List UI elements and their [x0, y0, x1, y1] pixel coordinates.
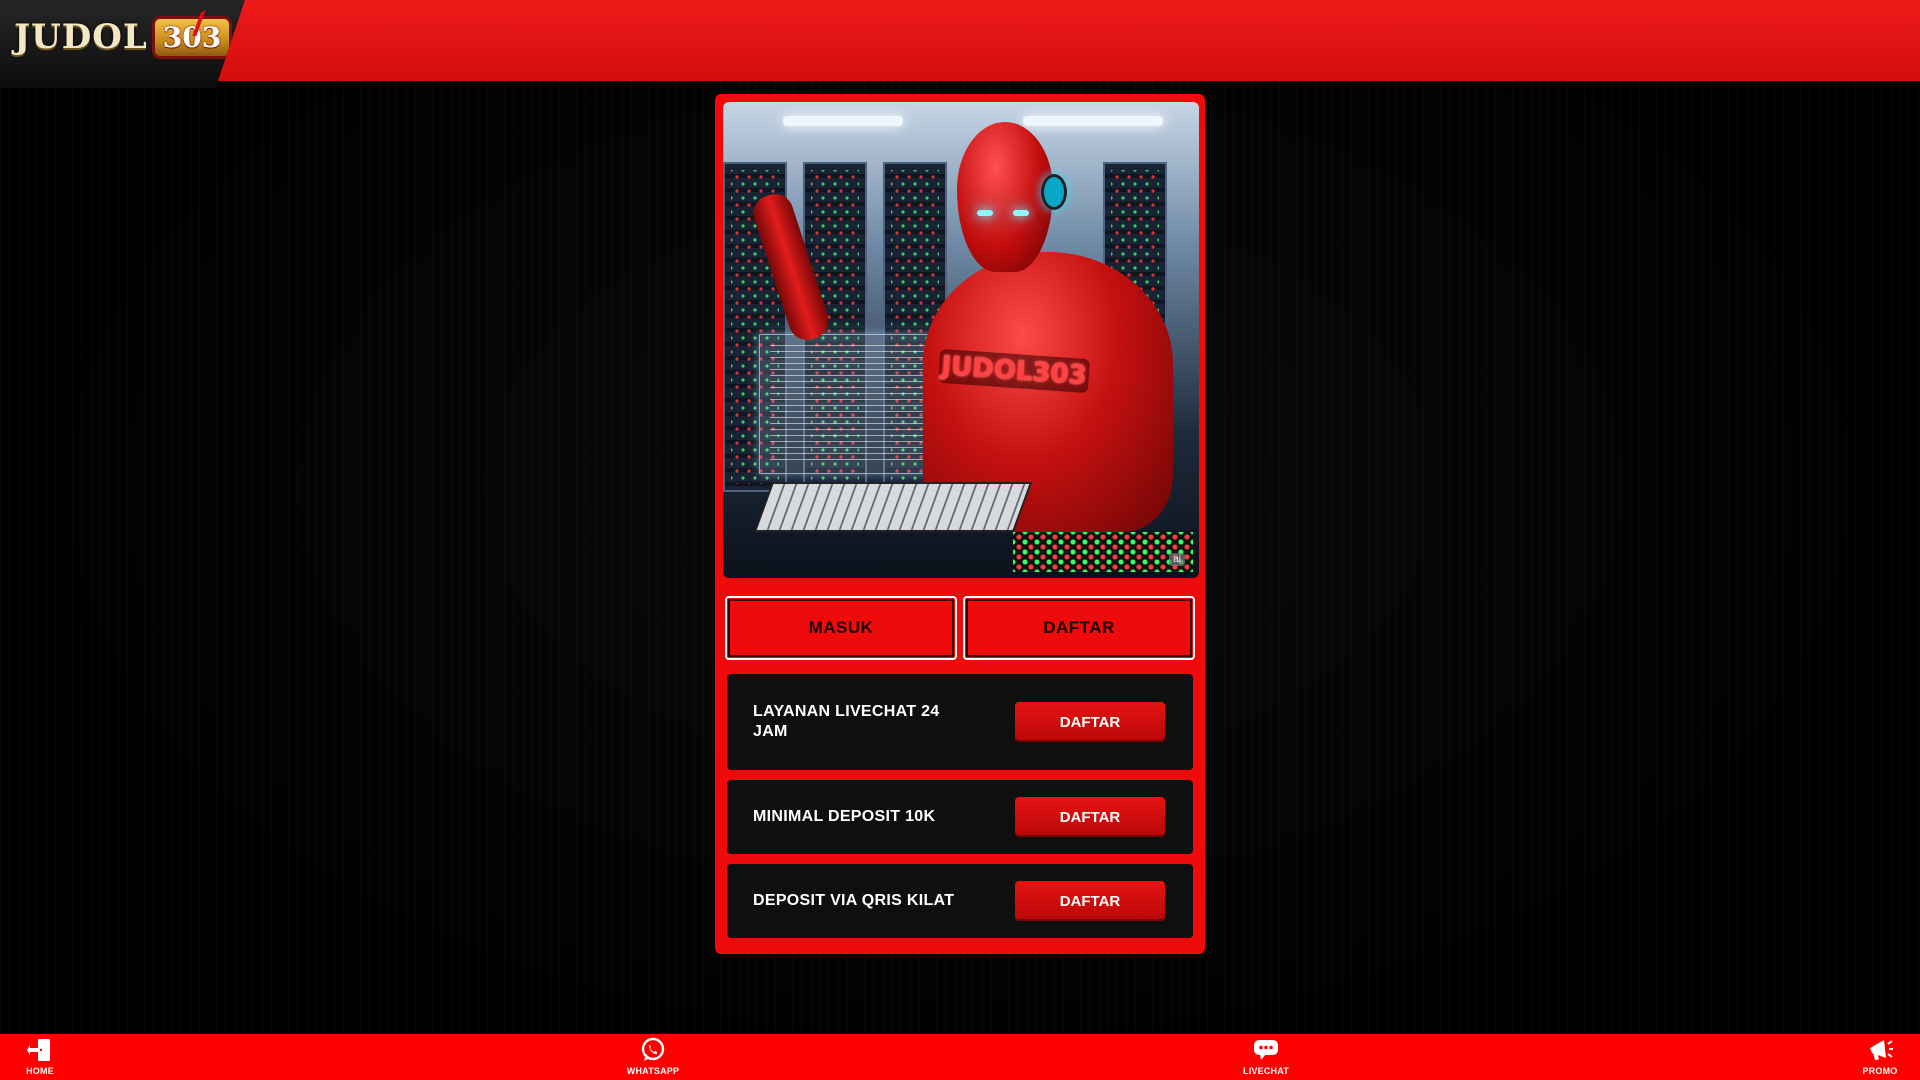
- ai-generated-tag: ai: [1169, 553, 1185, 566]
- nav-whatsapp[interactable]: WHATSAPP: [613, 1036, 693, 1080]
- feature-label: DEPOSIT VIA QRIS KILAT: [753, 892, 955, 909]
- feature-register-button[interactable]: DAFTAR: [1015, 702, 1165, 742]
- nav-promo[interactable]: PROMO: [1840, 1036, 1920, 1080]
- nav-label: LIVECHAT: [1243, 1066, 1289, 1076]
- keyboard: [753, 482, 1033, 532]
- megaphone-icon: [1866, 1036, 1894, 1064]
- holographic-screen: [759, 334, 949, 474]
- feature-row-livechat: LAYANAN LIVECHAT 24 JAM DAFTAR: [727, 674, 1193, 770]
- feature-row-min-deposit: MINIMAL DEPOSIT 10K DAFTAR: [727, 780, 1193, 854]
- ceiling-light: [1023, 116, 1163, 126]
- nav-label: PROMO: [1862, 1066, 1898, 1076]
- nav-label: WHATSAPP: [626, 1066, 680, 1076]
- control-panel: [1013, 532, 1193, 572]
- main-card: JUDOL303 ai MASUK DAFTAR LAYANAN LIVECHA…: [715, 94, 1205, 954]
- nav-livechat[interactable]: LIVECHAT: [1226, 1036, 1306, 1080]
- feature-label: MINIMAL DEPOSIT 10K: [753, 808, 936, 825]
- bottom-navigation: HOME WHATSAPP LIVECHAT PROMO: [0, 1032, 1920, 1080]
- logo-container[interactable]: JUDOL 303: [0, 0, 245, 88]
- ceiling-light: [783, 116, 903, 126]
- nav-home[interactable]: HOME: [0, 1036, 80, 1080]
- robot-eye: [1013, 210, 1029, 216]
- top-header: JUDOL 303: [0, 0, 1920, 88]
- robot-eye: [977, 210, 993, 216]
- home-door-icon: [26, 1036, 54, 1064]
- feature-register-button[interactable]: DAFTAR: [1015, 797, 1165, 837]
- whatsapp-icon: [639, 1036, 667, 1064]
- feature-label: LAYANAN LIVECHAT 24 JAM: [753, 703, 940, 740]
- headset-icon: [1041, 174, 1067, 210]
- auth-button-row: MASUK DAFTAR: [723, 596, 1197, 660]
- nav-label: HOME: [26, 1066, 54, 1076]
- feature-row-qris-deposit: DEPOSIT VIA QRIS KILAT DAFTAR: [727, 864, 1193, 938]
- hero-banner-image: JUDOL303 ai: [723, 102, 1199, 578]
- robot-head: [957, 122, 1053, 272]
- register-button[interactable]: DAFTAR: [963, 596, 1195, 660]
- login-button[interactable]: MASUK: [725, 596, 957, 660]
- chat-bubble-icon: [1252, 1036, 1280, 1064]
- logo-text: JUDOL: [14, 17, 148, 57]
- feature-register-button[interactable]: DAFTAR: [1015, 881, 1165, 921]
